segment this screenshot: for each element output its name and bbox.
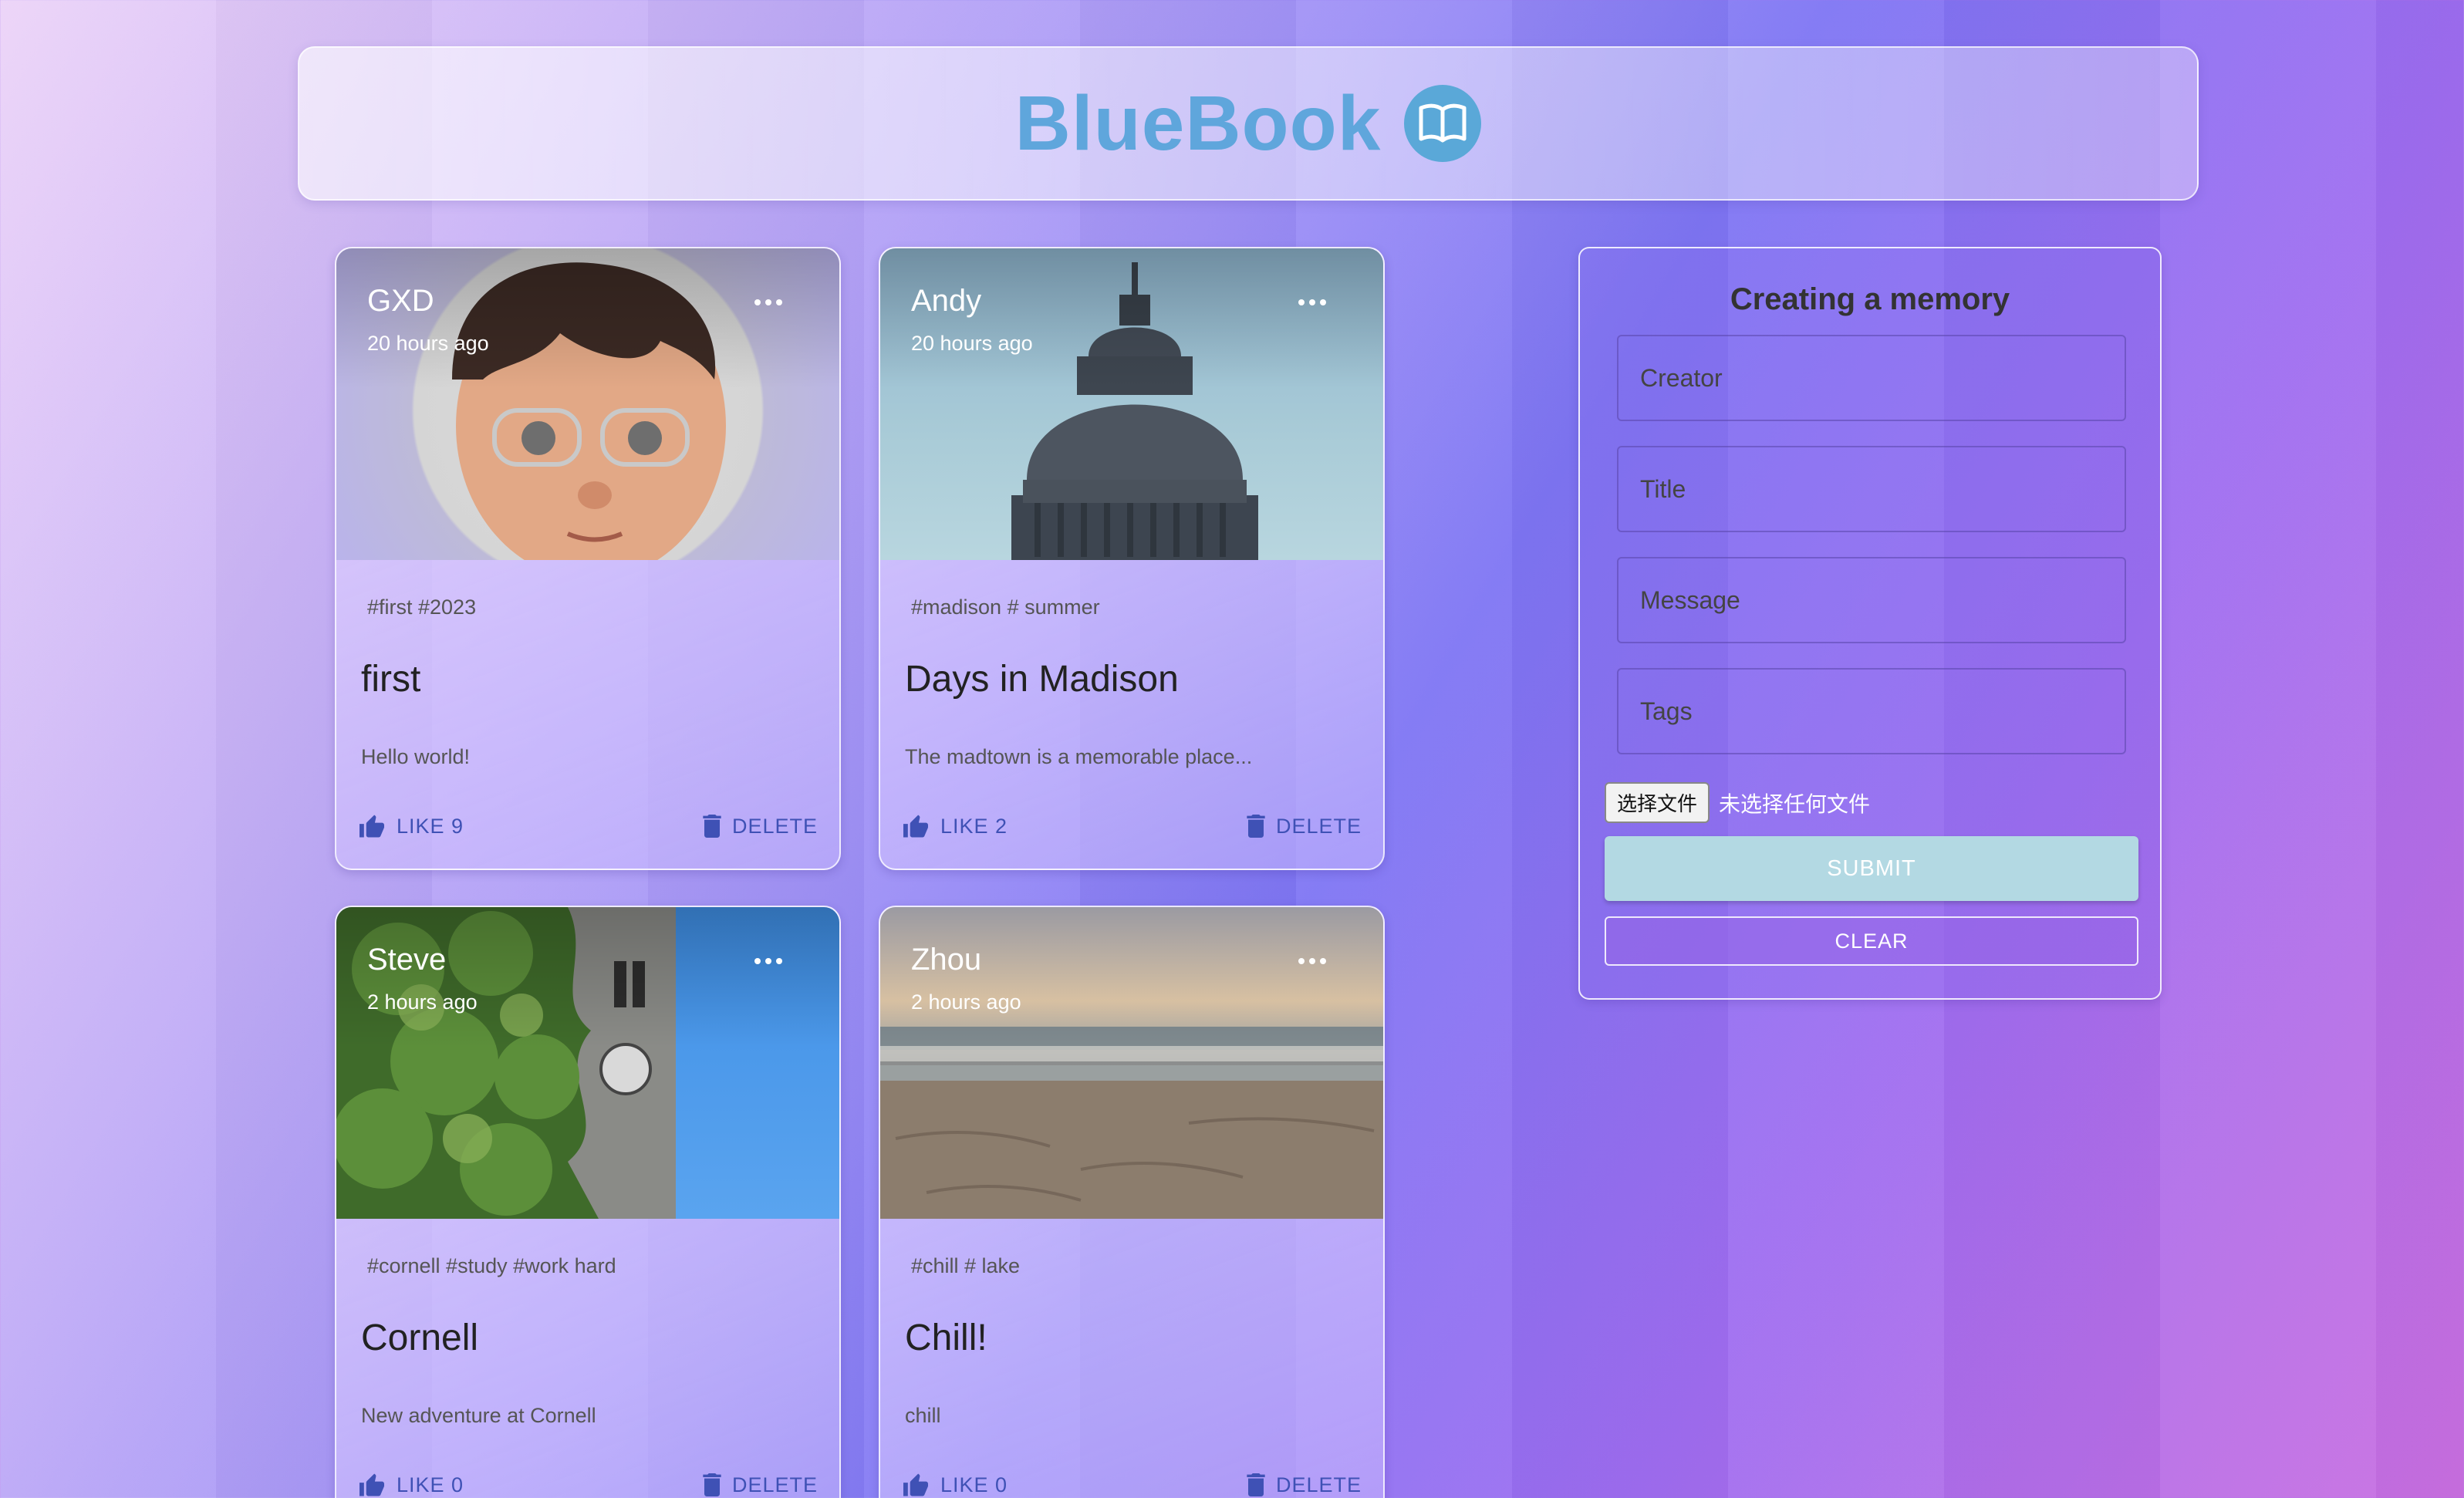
memory-form: Creating a memory Creator Title Message …	[1578, 247, 2162, 1000]
post-actions: LIKE 9 DELETE	[358, 809, 818, 843]
like-label: LIKE 9	[397, 814, 464, 838]
delete-label: DELETE	[1275, 814, 1362, 838]
more-options-icon[interactable]	[754, 295, 785, 310]
like-button[interactable]: LIKE 2	[902, 814, 1008, 838]
submit-button[interactable]: SUBMIT	[1605, 836, 2138, 901]
file-status: 未选择任何文件	[1719, 791, 1871, 817]
post-message: The madtown is a memorable place...	[905, 745, 1253, 768]
post-creator: Steve	[367, 943, 447, 977]
creator-field[interactable]: Creator	[1617, 335, 2126, 421]
more-options-icon[interactable]	[754, 953, 785, 969]
delete-label: DELETE	[731, 814, 818, 838]
post-time: 2 hours ago	[911, 990, 1021, 1014]
post-image: GXD 20 hours ago	[336, 248, 839, 560]
delete-label: DELETE	[731, 1473, 818, 1496]
post-title: Chill!	[905, 1317, 987, 1358]
post-time: 2 hours ago	[367, 990, 478, 1014]
post-tags: #madison # summer	[911, 595, 1100, 619]
tags-field[interactable]: Tags	[1617, 668, 2126, 754]
delete-button[interactable]: DELETE	[1247, 1473, 1362, 1497]
title-field[interactable]: Title	[1617, 446, 2126, 532]
delete-button[interactable]: DELETE	[703, 1473, 818, 1497]
trash-icon	[703, 1473, 721, 1496]
post-tags: #chill # lake	[911, 1254, 1021, 1277]
clear-button[interactable]: CLEAR	[1605, 916, 2138, 966]
post-message: New adventure at Cornell	[361, 1404, 596, 1427]
form-title: Creating a memory	[1730, 282, 2010, 316]
like-button[interactable]: LIKE 9	[358, 814, 464, 838]
post-message: Hello world!	[361, 745, 471, 768]
more-options-icon[interactable]	[1298, 295, 1329, 310]
post-tags: #first #2023	[367, 595, 477, 619]
post-title: Cornell	[361, 1317, 479, 1358]
app-title: BlueBook	[1014, 79, 1382, 167]
post-message: chill	[905, 1404, 941, 1427]
post-image: Steve 2 hours ago	[336, 907, 839, 1219]
post-time: 20 hours ago	[367, 332, 489, 355]
delete-button[interactable]: DELETE	[703, 815, 818, 838]
post-actions: LIKE 0 DELETE	[358, 1468, 818, 1498]
post-card: Andy 20 hours ago #madison # summer Days…	[879, 247, 1385, 870]
post-creator: GXD	[367, 284, 434, 318]
thumb-up-icon	[903, 1473, 928, 1496]
choose-file-button[interactable]: 选择文件	[1605, 782, 1710, 823]
post-actions: LIKE 0 DELETE	[902, 1468, 1362, 1498]
like-label: LIKE 0	[940, 1473, 1008, 1496]
post-creator: Andy	[911, 284, 982, 318]
message-field[interactable]: Message	[1617, 557, 2126, 643]
post-card: GXD 20 hours ago #first #2023 first Hell…	[335, 247, 841, 870]
post-time: 20 hours ago	[911, 332, 1033, 355]
open-book-icon	[1404, 85, 1482, 162]
delete-button[interactable]: DELETE	[1247, 815, 1362, 838]
like-label: LIKE 2	[940, 814, 1008, 838]
trash-icon	[1247, 815, 1265, 838]
delete-label: DELETE	[1275, 1473, 1362, 1496]
post-creator: Zhou	[911, 943, 982, 977]
trash-icon	[703, 815, 721, 838]
post-image: Zhou 2 hours ago	[880, 907, 1383, 1219]
post-card: Steve 2 hours ago #cornell #study #work …	[335, 906, 841, 1498]
post-actions: LIKE 2 DELETE	[902, 809, 1362, 843]
like-button[interactable]: LIKE 0	[358, 1473, 464, 1497]
post-card: Zhou 2 hours ago #chill # lake Chill! ch…	[879, 906, 1385, 1498]
post-title: first	[361, 659, 421, 700]
like-label: LIKE 0	[397, 1473, 464, 1496]
thumb-up-icon	[359, 1473, 384, 1496]
more-options-icon[interactable]	[1298, 953, 1329, 969]
post-image: Andy 20 hours ago	[880, 248, 1383, 560]
post-tags: #cornell #study #work hard	[367, 1254, 616, 1277]
thumb-up-icon	[903, 815, 928, 838]
thumb-up-icon	[359, 815, 384, 838]
post-title: Days in Madison	[905, 659, 1179, 700]
like-button[interactable]: LIKE 0	[902, 1473, 1008, 1497]
app-bar: BlueBook	[298, 46, 2199, 201]
file-input: 选择文件 未选择任何文件	[1605, 782, 1870, 823]
trash-icon	[1247, 1473, 1265, 1496]
